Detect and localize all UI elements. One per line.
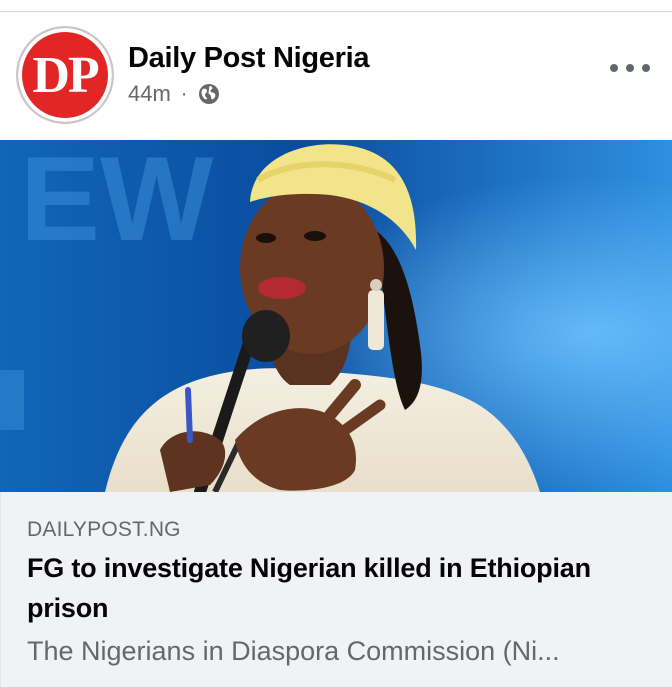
- svg-text:EW: EW: [20, 140, 214, 266]
- avatar-logo-text: DP: [32, 47, 99, 104]
- page-name[interactable]: Daily Post Nigeria: [128, 42, 369, 75]
- globe-icon[interactable]: [198, 83, 220, 105]
- more-options-icon[interactable]: [610, 56, 650, 80]
- news-photo: EW: [0, 140, 672, 492]
- feed-divider: [0, 0, 672, 12]
- post-meta: 44m ·: [128, 81, 220, 107]
- link-title[interactable]: FG to investigate Nigerian killed in Eth…: [27, 548, 647, 628]
- post-image[interactable]: EW: [0, 140, 672, 492]
- meta-separator: ·: [180, 82, 188, 105]
- avatar[interactable]: DP: [16, 26, 114, 124]
- link-domain: DAILYPOST.NG: [27, 518, 181, 541]
- post-timestamp[interactable]: 44m: [128, 81, 171, 107]
- post-header: DP Daily Post Nigeria 44m ·: [0, 12, 672, 140]
- link-description: The Nigerians in Diaspora Commission (Ni…: [27, 636, 560, 666]
- link-preview-card[interactable]: DAILYPOST.NG FG to investigate Nigerian …: [0, 492, 672, 687]
